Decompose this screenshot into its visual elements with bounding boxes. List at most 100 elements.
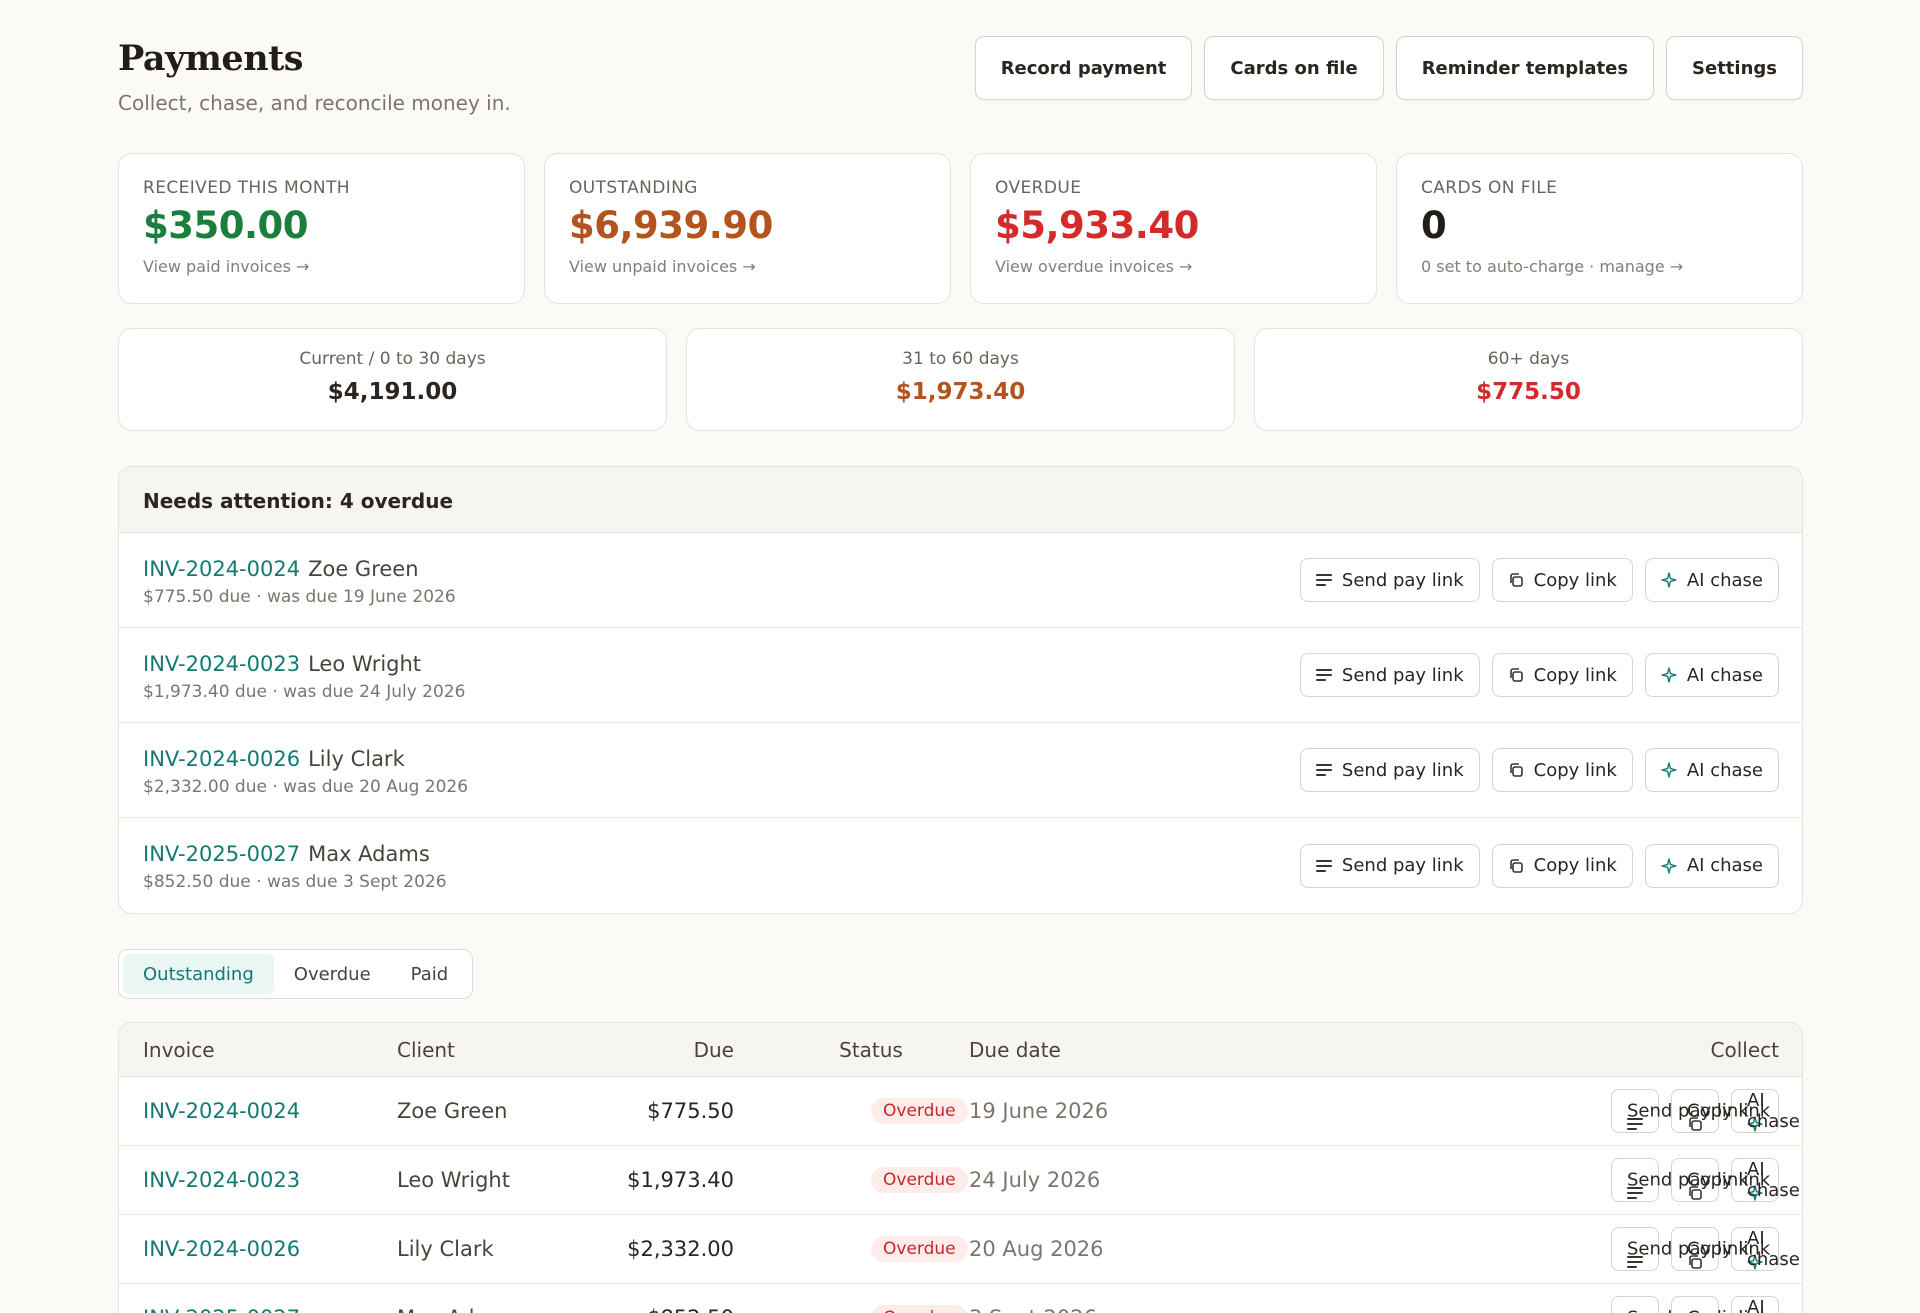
- manage-cards-link[interactable]: 0 set to auto-charge · manage →: [1421, 257, 1778, 276]
- button-label: AI chase: [1747, 1159, 1800, 1201]
- stat-card-outstanding: OUTSTANDING $6,939.90 View unpaid invoic…: [544, 153, 951, 304]
- stat-label: OUTSTANDING: [569, 178, 698, 198]
- button-label: AI chase: [1686, 569, 1763, 591]
- tab-outstanding[interactable]: Outstanding: [123, 954, 274, 994]
- lines-icon: [1315, 858, 1332, 874]
- collect-actions: Send pay link Copy link AI chase: [1299, 653, 1779, 697]
- send-pay-link-button[interactable]: Send pay link: [1611, 1296, 1749, 1313]
- client-name: Lily Clark: [308, 747, 405, 771]
- reminder-templates-button[interactable]: Reminder templates: [1395, 36, 1655, 100]
- invoice-link[interactable]: INV-2025-0027: [143, 842, 300, 866]
- copy-link-button[interactable]: Copy link: [1491, 843, 1633, 888]
- due-date: 24 July 2026: [969, 1168, 1101, 1192]
- table-header: Invoice Client Due Status Due date Colle…: [119, 1023, 1802, 1077]
- lines-icon: [1315, 762, 1332, 778]
- view-unpaid-invoices-link[interactable]: View unpaid invoices →: [569, 257, 926, 276]
- invoice-link[interactable]: INV-2024-0023: [143, 1168, 300, 1192]
- invoice-link[interactable]: INV-2025-0027: [143, 1306, 300, 1313]
- stat-value: $6,939.90: [569, 204, 773, 247]
- collect-actions: Send pay link Copy link AI chase: [1611, 1227, 1800, 1271]
- invoice-link[interactable]: INV-2024-0024: [143, 1099, 300, 1123]
- button-label: AI chase: [1747, 1297, 1765, 1313]
- record-payment-button[interactable]: Record payment: [974, 36, 1193, 100]
- aging-bucket-31-60: 31 to 60 days $1,973.40: [686, 328, 1235, 431]
- copy-link-button[interactable]: Copy link: [1491, 558, 1633, 602]
- invoice-link[interactable]: INV-2024-0026: [143, 747, 300, 771]
- button-label: Copy link: [1533, 759, 1617, 781]
- tab-paid[interactable]: Paid: [391, 954, 469, 994]
- stat-label: RECEIVED THIS MONTH: [143, 178, 350, 198]
- send-pay-link-button[interactable]: Send pay link: [1299, 748, 1480, 792]
- aging-buckets: Current / 0 to 30 days $4,191.00 31 to 6…: [118, 328, 1803, 431]
- button-label: Copy link: [1533, 664, 1617, 686]
- send-pay-link-button[interactable]: Send pay link: [1611, 1158, 1749, 1202]
- column-header-due-date[interactable]: Due date: [969, 1038, 1061, 1062]
- stat-cards: RECEIVED THIS MONTH $350.00 View paid in…: [118, 153, 1803, 304]
- column-header-status[interactable]: Status: [819, 1038, 923, 1062]
- button-label: Send pay link: [1341, 759, 1464, 781]
- amount-due: $1,973.40: [627, 1168, 734, 1192]
- aging-value: $4,191.00: [327, 379, 458, 405]
- send-pay-link-button[interactable]: Send pay link: [1611, 1089, 1749, 1133]
- button-label: Send pay link: [1341, 664, 1464, 686]
- send-pay-link-button[interactable]: Send pay link: [1299, 558, 1480, 602]
- due-date: 20 Aug 2026: [969, 1237, 1104, 1261]
- table-row: INV-2024-0024 Zoe Green $775.50 Overdue …: [119, 1077, 1802, 1146]
- view-overdue-invoices-link[interactable]: View overdue invoices →: [995, 257, 1352, 276]
- send-pay-link-button[interactable]: Send pay link: [1611, 1227, 1749, 1271]
- button-label: Send pay link: [1341, 569, 1464, 591]
- lines-icon: [1315, 572, 1332, 588]
- invoice-link[interactable]: INV-2024-0024: [143, 557, 300, 581]
- header-actions: Record payment Cards on file Reminder te…: [974, 36, 1803, 100]
- send-pay-link-button[interactable]: Send pay link: [1299, 653, 1480, 697]
- stat-value: 0: [1421, 204, 1447, 247]
- button-label: Copy link: [1533, 855, 1617, 876]
- amount-due: $775.50: [647, 1099, 734, 1123]
- tab-overdue[interactable]: Overdue: [274, 954, 391, 994]
- collect-actions: Send pay link Copy link AI chase: [1611, 1089, 1800, 1133]
- aging-value: $1,973.40: [895, 379, 1026, 405]
- amount-due: $852.50: [647, 1306, 734, 1313]
- client-name: Max Adams: [397, 1306, 519, 1313]
- column-header-collect: Collect: [1710, 1037, 1779, 1062]
- copy-link-button[interactable]: Copy link: [1491, 653, 1633, 697]
- client-name: Lily Clark: [397, 1237, 494, 1261]
- button-label: AI chase: [1686, 855, 1763, 876]
- client-name: Zoe Green: [397, 1099, 508, 1123]
- needs-attention-panel: Needs attention: 4 overdue INV-2024-0024…: [118, 466, 1803, 914]
- copy-icon: [1508, 858, 1524, 874]
- copy-icon: [1508, 762, 1524, 778]
- ai-chase-button[interactable]: AI chase: [1644, 653, 1779, 697]
- invoice-link[interactable]: INV-2024-0026: [143, 1237, 300, 1261]
- collect-actions: Send pay link Copy link AI chase: [1299, 748, 1779, 792]
- cards-on-file-button[interactable]: Cards on file: [1204, 36, 1384, 100]
- button-label: AI chase: [1747, 1090, 1800, 1132]
- table-row: INV-2024-0026 Lily Clark $2,332.00 Overd…: [119, 1215, 1802, 1284]
- send-pay-link-button[interactable]: Send pay link: [1299, 843, 1480, 888]
- column-header-due[interactable]: Due: [694, 1038, 734, 1062]
- status-badge: Overdue: [871, 1305, 968, 1313]
- aging-label: 31 to 60 days: [902, 349, 1019, 369]
- column-header-invoice[interactable]: Invoice: [143, 1038, 215, 1062]
- button-label: Copy link: [1533, 569, 1617, 591]
- stat-card-cards-on-file: CARDS ON FILE 0 0 set to auto-charge · m…: [1396, 153, 1803, 304]
- invoice-link[interactable]: INV-2024-0023: [143, 652, 300, 676]
- settings-button[interactable]: Settings: [1666, 36, 1803, 100]
- button-label: AI chase: [1686, 664, 1763, 686]
- ai-chase-button[interactable]: AI chase: [1644, 558, 1779, 602]
- attention-list: INV-2024-0024 Zoe Green $775.50 due · was…: [119, 533, 1802, 913]
- column-header-client[interactable]: Client: [397, 1038, 455, 1062]
- client-name: Max Adams: [308, 842, 430, 866]
- invoices-table: Invoice Client Due Status Due date Colle…: [118, 1022, 1803, 1313]
- view-paid-invoices-link[interactable]: View paid invoices →: [143, 257, 500, 276]
- stat-value: $5,933.40: [995, 204, 1199, 247]
- button-label: Send pay link: [1341, 855, 1464, 876]
- table-row: INV-2024-0023 Leo Wright $1,973.40 Overd…: [119, 1146, 1802, 1215]
- ai-chase-button[interactable]: AI chase: [1644, 843, 1779, 888]
- client-name: Leo Wright: [397, 1168, 510, 1192]
- stat-value: $350.00: [143, 204, 309, 247]
- collect-actions: Send pay link Copy link AI chase: [1611, 1158, 1800, 1202]
- aging-label: 60+ days: [1487, 349, 1570, 369]
- ai-chase-button[interactable]: AI chase: [1644, 748, 1779, 792]
- copy-link-button[interactable]: Copy link: [1491, 748, 1633, 792]
